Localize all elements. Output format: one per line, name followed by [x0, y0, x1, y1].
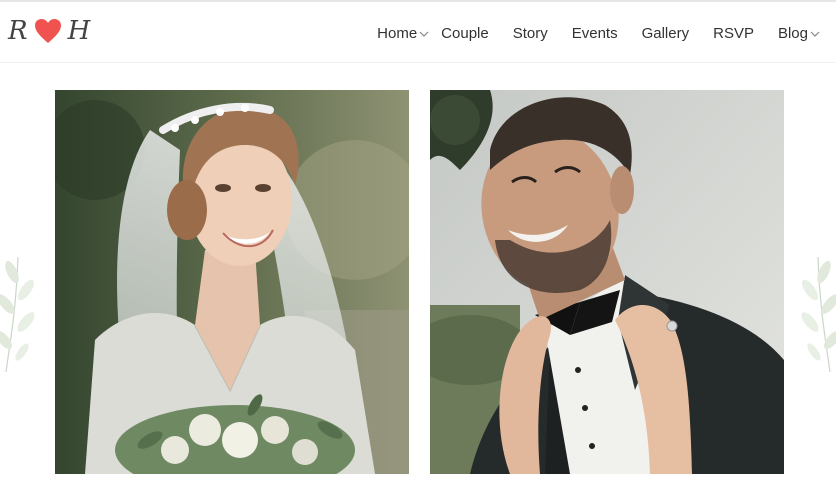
nav-item-label: Blog [777, 24, 808, 42]
nav-item-label: Gallery [641, 24, 690, 42]
nav-item-label: Couple [441, 24, 489, 42]
bride-portrait-image [55, 90, 409, 474]
chevron-down-icon [419, 31, 429, 37]
site-header: R H Home Couple Story Events Gallery RSV… [0, 2, 836, 63]
leaf-decoration-left [0, 256, 35, 372]
logo-initial-right: H [67, 16, 91, 46]
nav-item-events[interactable]: Events [572, 25, 618, 42]
site-logo[interactable]: R H [8, 16, 90, 46]
leaf-decoration-right [801, 256, 836, 372]
groom-portrait-image [430, 90, 784, 474]
nav-item-blog[interactable]: Blog [778, 25, 820, 42]
nav-item-label: RSVP [713, 24, 754, 42]
bride-photo[interactable] [55, 90, 409, 474]
logo-initial-left: R [8, 16, 28, 46]
nav-item-label: Story [512, 24, 548, 42]
nav-item-gallery[interactable]: Gallery [642, 25, 690, 42]
nav-item-home[interactable]: Home [377, 25, 429, 42]
nav-item-rsvp[interactable]: RSVP [713, 25, 754, 42]
groom-photo[interactable] [430, 90, 784, 474]
heart-icon [34, 19, 61, 43]
chevron-down-icon [810, 31, 820, 37]
nav-item-couple[interactable]: Couple [441, 25, 489, 42]
nav-item-story[interactable]: Story [513, 25, 548, 42]
page: R H Home Couple Story Events Gallery RSV… [0, 0, 836, 484]
nav-item-label: Events [571, 24, 618, 42]
main-nav: Home Couple Story Events Gallery RSVP Bl… [377, 21, 820, 45]
nav-item-label: Home [377, 24, 418, 42]
